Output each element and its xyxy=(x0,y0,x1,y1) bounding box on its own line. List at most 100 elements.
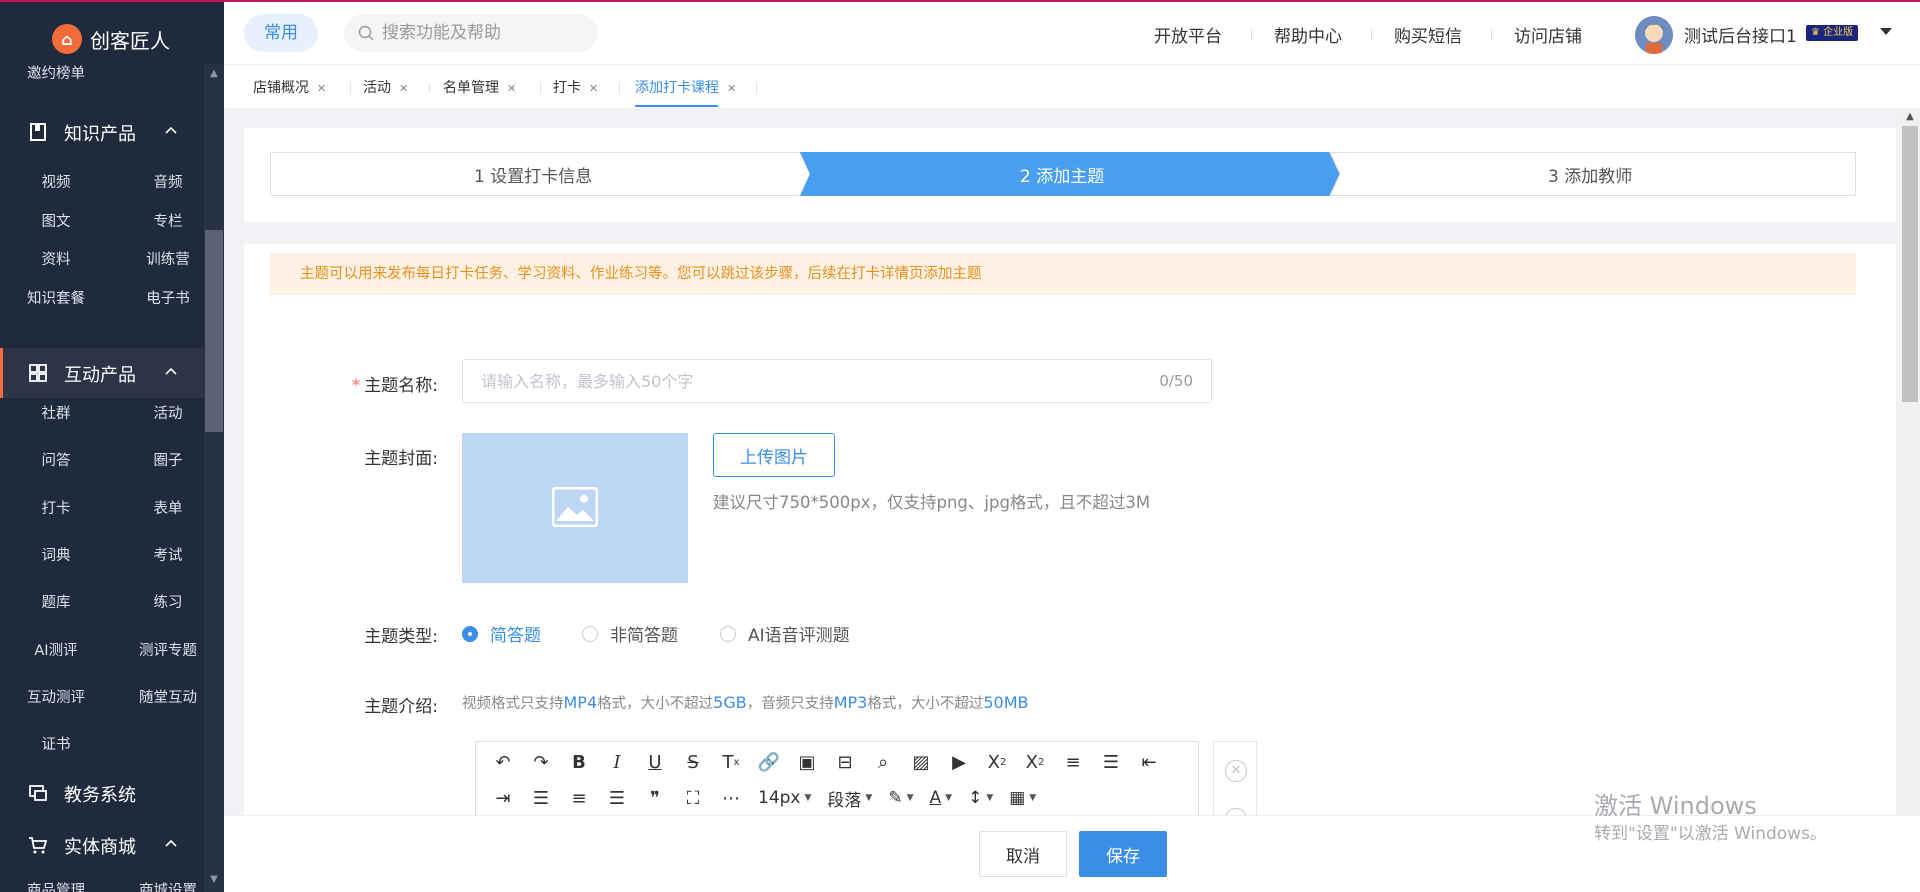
video-insert-icon[interactable]: ▶ xyxy=(940,747,978,777)
hint-text: ，音频只支持 xyxy=(746,696,834,712)
align-left-icon[interactable]: ☰ xyxy=(522,783,560,813)
ordered-list-icon[interactable]: ≡ xyxy=(1054,747,1092,777)
tab-list-management[interactable]: 名单管理 ✕ xyxy=(443,77,516,97)
superscript-icon[interactable]: X2 xyxy=(1016,747,1054,777)
search-box[interactable] xyxy=(344,14,598,52)
sidebar-group-store[interactable]: 实体商城 xyxy=(0,820,204,870)
paragraph-select[interactable]: 段落 ▼ xyxy=(819,783,880,813)
name-label-text: 主题名称: xyxy=(364,376,438,396)
tab-checkin[interactable]: 打卡 ✕ xyxy=(553,77,598,97)
tab-activity[interactable]: 活动 ✕ xyxy=(363,77,408,97)
subscript-icon[interactable]: X2 xyxy=(978,747,1016,777)
font-size-select[interactable]: 14px ▼ xyxy=(750,783,819,813)
redo-icon[interactable]: ↷ xyxy=(522,747,560,777)
indent-icon[interactable]: ⇥ xyxy=(484,783,522,813)
user-name[interactable]: 测试后台接口1 xyxy=(1684,22,1797,47)
nav-open-platform[interactable]: 开放平台 xyxy=(1154,22,1222,47)
divider-icon[interactable]: ⋯ xyxy=(712,783,750,813)
upload-image-button[interactable]: 上传图片 xyxy=(713,433,835,477)
code-icon[interactable]: ▣ xyxy=(788,747,826,777)
radio-dot[interactable] xyxy=(462,625,478,642)
sidebar-item-article[interactable]: 图文 xyxy=(0,207,112,237)
sidebar-group-academic[interactable]: 教务系统 xyxy=(0,768,204,818)
nav-help-center[interactable]: 帮助中心 xyxy=(1274,22,1342,47)
underline-icon[interactable]: U xyxy=(636,747,674,777)
link-icon[interactable]: 🔗 xyxy=(750,747,788,777)
sidebar-item-video[interactable]: 视频 xyxy=(0,168,112,198)
sidebar-group-interactive[interactable]: 互动产品 xyxy=(0,348,204,398)
rich-text-editor[interactable]: ↶ ↷ B I U S Tx 🔗 ▣ ⊟ ⌕ ▨ ▶ X2 X2 ≡ ☰ ⇤ ⇥… xyxy=(475,741,1199,815)
avatar[interactable] xyxy=(1635,16,1673,54)
line-height-select[interactable]: ↕ ▼ xyxy=(960,783,1001,813)
frequent-button[interactable]: 常用 xyxy=(244,14,318,52)
tab-divider xyxy=(619,83,620,93)
align-right-icon[interactable]: ☰ xyxy=(598,783,636,813)
intro-hint: 视频格式只支持MP4格式，大小不超过5GB，音频只支持MP3格式，大小不超过50… xyxy=(462,692,1028,713)
user-dropdown-icon[interactable] xyxy=(1880,28,1892,35)
cancel-button[interactable]: 取消 xyxy=(979,831,1067,877)
close-icon[interactable]: ✕ xyxy=(727,82,736,95)
sidebar-item-community[interactable]: 社群 xyxy=(0,399,112,429)
topic-name-input[interactable] xyxy=(481,360,1121,402)
fullscreen-icon[interactable]: ⛶ xyxy=(674,783,712,813)
sidebar-scrollbar[interactable] xyxy=(204,64,224,892)
radio-dot[interactable] xyxy=(582,625,598,642)
hint-highlight: MP3 xyxy=(833,693,868,712)
sidebar-item-dictionary[interactable]: 词典 xyxy=(0,541,112,571)
bold-icon[interactable]: B xyxy=(560,747,598,777)
table-select[interactable]: ▦ ▼ xyxy=(1001,783,1044,813)
strikethrough-icon[interactable]: S xyxy=(674,747,712,777)
radio-short-answer[interactable]: 简答题 xyxy=(462,621,541,646)
radio-dot[interactable] xyxy=(720,625,736,642)
close-icon[interactable]: ✕ xyxy=(507,82,516,95)
main-scrollbar-thumb[interactable] xyxy=(1902,126,1918,402)
nav-visit-store[interactable]: 访问店铺 xyxy=(1514,22,1582,47)
sidebar-item-question-bank[interactable]: 题库 xyxy=(0,588,112,618)
italic-icon[interactable]: I xyxy=(598,747,636,777)
name-label: * 主题名称: xyxy=(318,371,438,396)
sidebar-scrollbar-thumb[interactable] xyxy=(205,230,223,432)
close-icon[interactable]: ✕ xyxy=(317,82,326,95)
sidebar-item-product-management[interactable]: 商品管理 xyxy=(0,876,112,892)
sidebar-item-interactive-eval[interactable]: 互动测评 xyxy=(0,683,112,713)
nav-buy-sms[interactable]: 购买短信 xyxy=(1394,22,1462,47)
close-circle-icon[interactable]: ✕ xyxy=(1225,760,1247,782)
circle-icon[interactable] xyxy=(1225,808,1247,815)
code-block-icon[interactable]: ⊟ xyxy=(826,747,864,777)
outdent-icon[interactable]: ⇤ xyxy=(1130,747,1168,777)
cover-placeholder[interactable] xyxy=(462,433,688,583)
close-icon[interactable]: ✕ xyxy=(589,82,598,95)
save-button[interactable]: 保存 xyxy=(1079,831,1167,877)
radio-ai-voice[interactable]: AI语音评测题 xyxy=(720,621,850,646)
sidebar-item-certificate[interactable]: 证书 xyxy=(0,730,112,760)
unordered-list-icon[interactable]: ☰ xyxy=(1092,747,1130,777)
tab-store-overview[interactable]: 店铺概况 ✕ xyxy=(253,77,326,97)
sidebar-item-checkin[interactable]: 打卡 xyxy=(0,494,112,524)
radio-non-short-answer[interactable]: 非简答题 xyxy=(582,621,678,646)
scroll-up-icon[interactable]: ▲ xyxy=(204,64,224,84)
logo-icon: ⌂ xyxy=(52,24,82,54)
step-1: 1 设置打卡信息 xyxy=(474,167,593,187)
brand-logo[interactable]: ⌂ 创客匠人 xyxy=(52,24,170,54)
search-replace-icon[interactable]: ⌕ xyxy=(864,747,902,777)
sidebar-item-invite-ranking[interactable]: 邀约榜单 xyxy=(0,59,112,89)
close-icon[interactable]: ✕ xyxy=(399,82,408,95)
scroll-down-icon[interactable]: ▼ xyxy=(204,870,224,890)
tab-add-checkin-course[interactable]: 添加打卡课程 ✕ xyxy=(635,77,736,107)
undo-icon[interactable]: ↶ xyxy=(484,747,522,777)
align-center-icon[interactable]: ≡ xyxy=(560,783,598,813)
clear-format-icon[interactable]: Tx xyxy=(712,747,750,777)
sidebar-item-package[interactable]: 知识套餐 xyxy=(0,284,112,314)
highlight-color-select[interactable]: ✎ ▼ xyxy=(880,783,921,813)
sidebar-item-ai-eval[interactable]: AI测评 xyxy=(0,636,112,666)
image-insert-icon[interactable]: ▨ xyxy=(902,747,940,777)
search-input[interactable] xyxy=(382,14,582,52)
topic-name-field[interactable]: 0/50 xyxy=(462,359,1212,403)
font-color-select[interactable]: A ▼ xyxy=(922,783,961,813)
sidebar-item-material[interactable]: 资料 xyxy=(0,245,112,275)
quote-icon[interactable]: ❞ xyxy=(636,783,674,813)
scroll-up-icon[interactable]: ▲ xyxy=(1900,108,1920,126)
sidebar-group-knowledge[interactable]: 知识产品 xyxy=(0,107,204,157)
sidebar-item-qa[interactable]: 问答 xyxy=(0,446,112,476)
chevron-down-icon: ▼ xyxy=(906,793,914,803)
